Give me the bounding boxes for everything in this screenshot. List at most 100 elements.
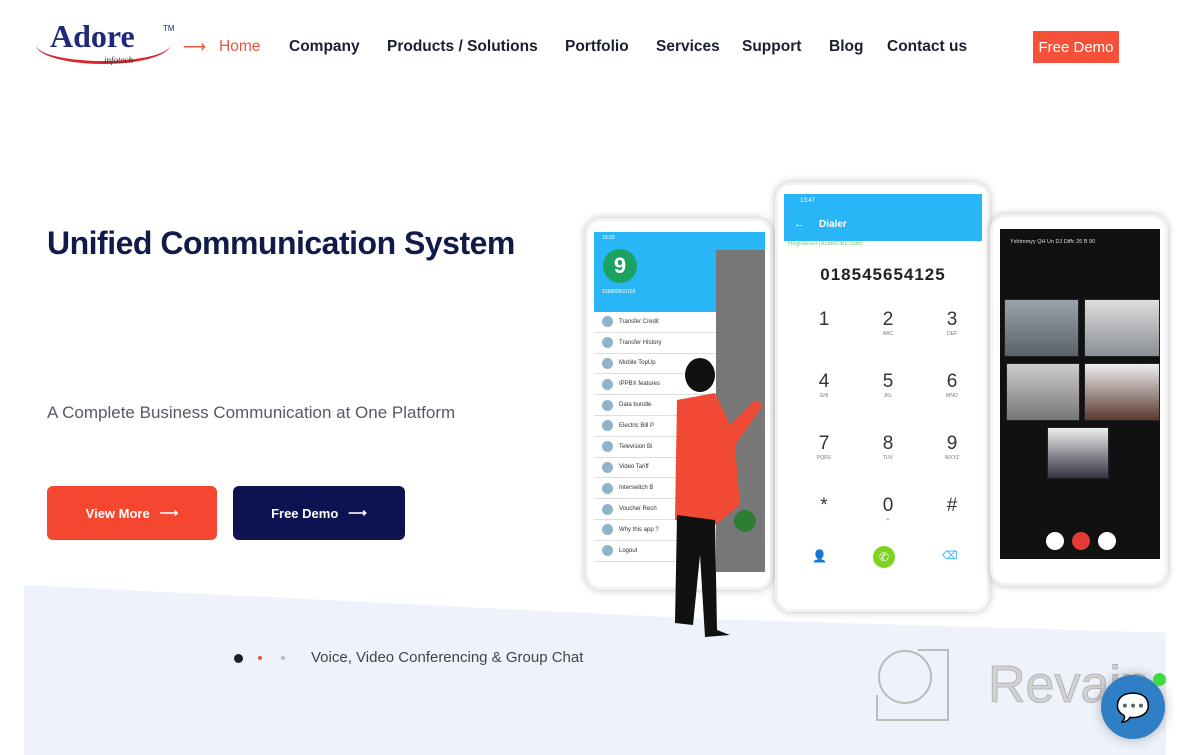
call-button[interactable]: ✆ [873,546,895,568]
dial-key-digit: 3 [946,309,958,330]
nav-contact[interactable]: Contact us [887,38,967,56]
dial-key-digit: 9 [946,433,958,454]
dial-key-letters: MNO [946,393,958,399]
slider-dot-3[interactable] [281,656,285,660]
menu-item-label: Television Bi [619,443,653,450]
hero-title: Unified Communication System [47,225,515,261]
nav-services[interactable]: Services [656,38,720,56]
menu-item-label: Logout [619,547,638,554]
dial-key[interactable]: # [927,495,977,517]
dial-key-digit: 0 [882,495,894,516]
menu-item-label: Transfer Credit [619,318,659,325]
slider-dot-1[interactable] [234,654,243,663]
nav-portfolio[interactable]: Portfolio [565,38,629,56]
logo-text: Adore [50,18,135,54]
dial-key-digit: * [820,495,828,516]
camera-button[interactable] [1098,532,1116,550]
dial-key[interactable]: 1 [799,309,849,331]
dial-key-digit: 4 [818,371,830,392]
registration-status: Registered (918800810156) [788,241,863,247]
menu-item-label: Why this app ? [619,526,659,533]
menu-item[interactable]: Transfer Credit [594,312,716,333]
dialer-title: Dialer [819,219,847,230]
menu-item-icon [602,357,613,369]
add-contact-icon[interactable]: 👤 [812,549,827,563]
nav-home[interactable]: Home [219,38,260,56]
dial-key[interactable]: 7 PQRS [799,433,849,461]
nav-support[interactable]: Support [742,38,801,56]
logo-tm: TM [163,24,175,33]
menu-item[interactable]: Transfer History [594,333,716,354]
menu-item-icon [602,545,613,557]
menu-item-icon [602,503,613,515]
nav-products[interactable]: Products / Solutions [387,38,538,56]
back-arrow-icon[interactable]: ← [794,218,805,230]
avatar-badge: 9 [603,249,637,283]
arrow-right-icon: ⟶ [183,39,206,56]
mic-button[interactable] [1046,532,1064,550]
dial-key[interactable]: 6 MNO [927,371,977,399]
dial-key-digit: 6 [946,371,958,392]
menu-item-icon [602,316,613,328]
dial-key-digit: 1 [818,309,830,330]
dialed-number: 018545654125 [820,265,946,284]
account-number: 918800810156 [602,289,636,295]
dial-key-digit: 8 [882,433,894,454]
free-demo-nav-button[interactable]: Free Demo [1033,31,1119,63]
backspace-icon[interactable]: ⌫ [942,549,958,562]
menu-item-icon [602,524,613,536]
phone-video: Yshtmmyy QH Un DJ Diffc 26 B 90 [990,214,1168,586]
menu-item-label: Interswitch B [619,485,654,492]
menu-item-icon [602,461,613,473]
menu-item-icon [602,482,613,494]
slider-dot-2[interactable] [258,656,262,660]
dial-key[interactable]: 5 JKL [863,371,913,399]
hero-subtitle: A Complete Business Communication at One… [47,403,456,422]
status-time: 13:47 [800,198,816,204]
status-time: 19:03 [602,235,615,241]
dial-key[interactable]: 9 WXYZ [927,433,977,461]
menu-item-icon [602,337,613,349]
menu-item-label: Mobile TopUp [619,360,656,367]
dial-key-letters: ABC [882,331,894,337]
dial-key-letters: + [886,517,890,523]
menu-item-label: Electric Bill P [619,422,655,429]
view-more-label: View More [85,505,150,521]
participant-tile [1084,363,1160,421]
revain-logo-icon [876,649,949,721]
dial-key-digit: 7 [818,433,830,454]
menu-item-icon [602,420,613,432]
dial-key-letters: PQRS [816,455,832,461]
nav-company[interactable]: Company [289,38,360,56]
dial-key[interactable]: * [799,495,849,517]
slide-caption: Voice, Video Conferencing & Group Chat [311,649,584,666]
menu-item-label: Transfer History [619,339,662,346]
logo-tagline: infotech [104,55,133,65]
nav-blog[interactable]: Blog [829,38,863,56]
participant-tile [1004,299,1079,357]
dial-key[interactable]: 3 DEF [927,309,977,337]
menu-item-icon [602,399,613,411]
menu-item-icon [602,378,613,390]
free-demo-button[interactable]: Free Demo ⟶ [233,486,405,540]
menu-item-label: Voucher Rech [619,506,657,513]
participant-tile [1084,299,1160,357]
dial-key[interactable]: 4 GHI [799,371,849,399]
participant-tile [1006,363,1080,421]
dial-key-letters: TUV [883,455,893,461]
free-demo-label: Free Demo [271,505,339,521]
menu-item-icon [602,441,613,453]
dial-key-letters: GHI [819,393,829,399]
menu-item-label: IPPBX features [619,381,661,388]
dial-key[interactable]: 0 + [863,495,913,523]
dial-key[interactable]: 8 TUV [863,433,913,461]
hangup-button[interactable] [1072,532,1090,550]
person-illustration [675,358,763,637]
menu-item-label: Video Tariff [619,464,649,471]
dial-key-letters: DEF [947,331,957,337]
dial-key-digit: 2 [882,309,894,330]
view-more-button[interactable]: View More ⟶ [47,486,217,540]
dial-key[interactable]: 2 ABC [863,309,913,337]
dial-key-letters: JKL [883,393,893,399]
arrow-right-icon: ⟶ [348,505,367,520]
